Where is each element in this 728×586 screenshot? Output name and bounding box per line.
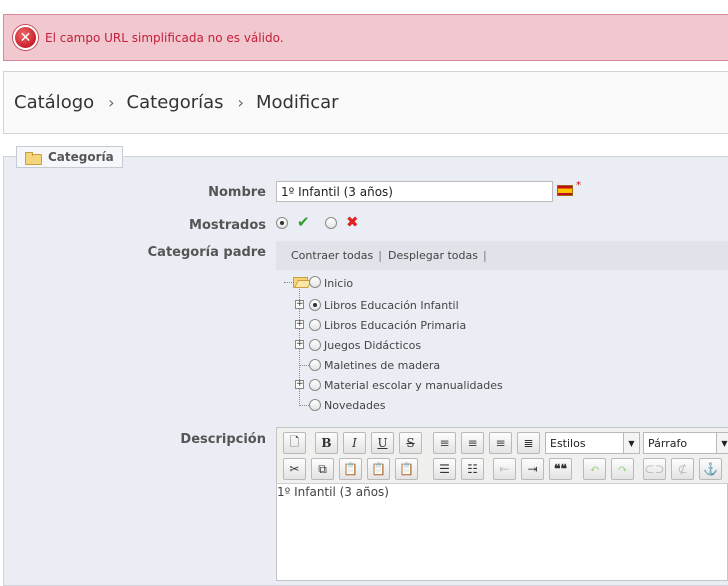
link-icon[interactable]: ⊂⊃ (643, 458, 666, 480)
tree-root-label: Inicio (324, 276, 354, 290)
displayed-yes-radio[interactable] (276, 217, 288, 229)
collapse-all-link[interactable]: Contraer todas (291, 249, 373, 262)
paste-text-icon[interactable]: 📋 (367, 458, 390, 480)
error-alert: ✕ El campo URL simplificada no es válido… (3, 14, 728, 61)
unlink-icon[interactable]: ⊄ (671, 458, 694, 480)
blockquote-button[interactable]: ❝❝ (549, 458, 572, 480)
align-left-icon[interactable]: ≡ (433, 432, 456, 454)
error-x-icon: ✕ (13, 25, 38, 50)
copy-icon[interactable]: ⧉ (311, 458, 334, 480)
tree-item-radio[interactable] (309, 359, 321, 371)
editor-content[interactable]: 1º Infantil (3 años) (277, 485, 389, 499)
expand-all-link[interactable]: Desplegar todas (388, 249, 478, 262)
tree-pipe: | (482, 249, 487, 262)
align-justify-icon[interactable]: ≣ (517, 432, 540, 454)
tree-connector (299, 405, 309, 406)
styles-select-value: Estilos (550, 436, 586, 450)
check-icon: ✔ (297, 213, 310, 231)
align-right-icon[interactable]: ≡ (489, 432, 512, 454)
underline-button[interactable]: U (371, 432, 394, 454)
breadcrumb-separator: › (237, 93, 244, 112)
breadcrumb-separator: › (108, 93, 115, 112)
tree-pipe: | (378, 249, 382, 262)
chevron-down-icon: ▼ (623, 433, 639, 453)
tree-item-label: Material escolar y manualidades (324, 378, 503, 392)
new-document-icon[interactable]: 🗋 (283, 432, 306, 454)
redo-icon[interactable]: ↷ (611, 458, 634, 480)
expand-icon[interactable]: + (295, 380, 304, 389)
chevron-down-icon: ▼ (716, 433, 728, 453)
breadcrumb-categories[interactable]: Categorías (127, 92, 224, 113)
tree-toolbar: Contraer todas | Desplegar todas | (276, 241, 728, 270)
required-marker: * (576, 180, 581, 191)
description-label: Descripción (180, 432, 266, 447)
tree-item-label: Novedades (324, 398, 386, 412)
styles-select[interactable]: Estilos ▼ (545, 432, 640, 454)
tree-item-radio[interactable] (309, 379, 321, 391)
displayed-label: Mostrados (189, 218, 266, 233)
tree-connector (299, 365, 309, 366)
name-label: Nombre (208, 185, 266, 200)
breadcrumb-catalog[interactable]: Catálogo (14, 92, 94, 113)
bold-button[interactable]: B (315, 432, 338, 454)
expand-icon[interactable]: + (295, 320, 304, 329)
tree-root-radio[interactable] (309, 276, 321, 288)
expand-icon[interactable]: + (295, 340, 304, 349)
expand-icon[interactable]: + (295, 300, 304, 309)
tree-item-radio[interactable] (309, 319, 321, 331)
tree-item-label: Libros Educación Infantil (324, 298, 459, 312)
panel-legend-label: Categoría (48, 150, 114, 164)
name-input[interactable] (276, 181, 553, 202)
spain-flag-icon[interactable] (557, 185, 573, 196)
parent-category-label: Categoría padre (147, 245, 266, 260)
format-select[interactable]: Párrafo ▼ (643, 432, 728, 454)
paste-word-icon[interactable]: 📋 (395, 458, 418, 480)
tree-item-radio[interactable] (309, 299, 321, 311)
tree-item-label: Libros Educación Primaria (324, 318, 467, 332)
anchor-icon[interactable]: ⚓ (699, 458, 722, 480)
cross-icon: ✖ (346, 213, 359, 231)
format-select-value: Párrafo (648, 436, 688, 450)
tree-item-radio[interactable] (309, 399, 321, 411)
undo-icon[interactable]: ↶ (583, 458, 606, 480)
paste-icon[interactable]: 📋 (339, 458, 362, 480)
displayed-no-radio[interactable] (325, 217, 337, 229)
breadcrumb-modify: Modificar (255, 92, 339, 113)
tree-item-label: Juegos Didácticos (324, 338, 422, 352)
tree-item-radio[interactable] (309, 339, 321, 351)
numbered-list-icon[interactable]: ☷ (461, 458, 484, 480)
cut-icon[interactable]: ✂ (283, 458, 306, 480)
error-message: El campo URL simplificada no es válido. (45, 30, 284, 45)
strikethrough-button[interactable]: S (399, 432, 422, 454)
outdent-icon[interactable]: ⇤ (493, 458, 516, 480)
folder-icon (25, 151, 42, 165)
open-folder-icon (293, 276, 308, 288)
align-center-icon[interactable]: ≡ (461, 432, 484, 454)
bullet-list-icon[interactable]: ☰ (433, 458, 456, 480)
breadcrumb: Catálogo › Categorías › Modificar (3, 71, 728, 134)
italic-button[interactable]: I (343, 432, 366, 454)
panel-legend: Categoría (16, 146, 123, 168)
indent-icon[interactable]: ⇥ (521, 458, 544, 480)
tree-item-label: Maletines de madera (324, 358, 441, 372)
